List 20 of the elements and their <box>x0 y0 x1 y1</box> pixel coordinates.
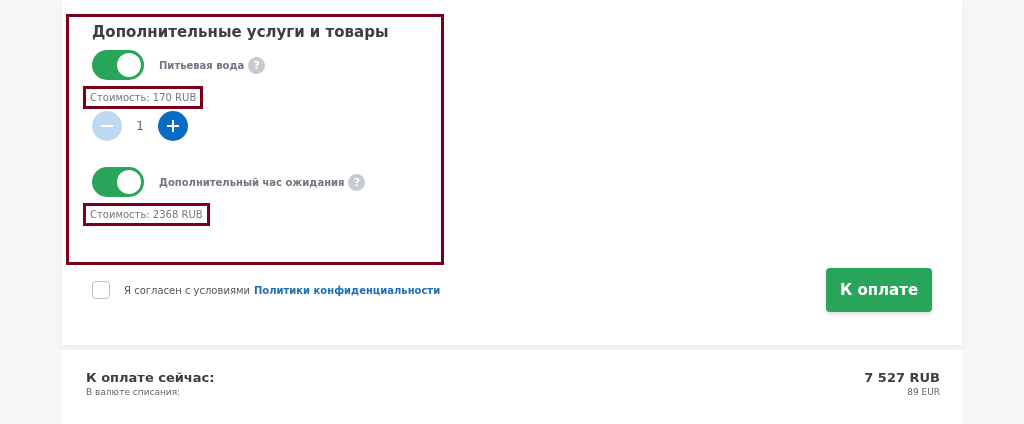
cost-text: Стоимость: 170 RUB <box>83 86 204 109</box>
service-label: Дополнительный час ожидания <box>159 176 345 188</box>
checkbox[interactable] <box>92 281 110 299</box>
service-label: Питьевая вода <box>159 59 245 71</box>
toggle-switch[interactable] <box>92 50 144 80</box>
help-icon[interactable]: ? <box>348 173 366 191</box>
total-amount: 7 527 RUB <box>864 370 940 385</box>
plus-icon <box>166 119 180 133</box>
toggle-switch[interactable] <box>92 167 144 197</box>
plus-button[interactable] <box>158 111 188 141</box>
summary-sublabel: В валюте списания: <box>86 387 182 397</box>
cost-text: Стоимость: 2368 RUB <box>83 203 210 226</box>
summary-label: К оплате сейчас: <box>86 370 215 385</box>
pay-button[interactable]: К оплате <box>826 268 932 312</box>
section-title: Дополнительные услуги и товары <box>92 23 390 41</box>
total-amount-eur: 89 EUR <box>907 387 940 397</box>
agreement-text: Я согласен с условиями <box>124 284 250 296</box>
quantity-value: 1 <box>135 119 145 133</box>
privacy-link[interactable]: Политики конфиденциальности <box>253 284 441 296</box>
help-icon[interactable]: ? <box>248 56 266 74</box>
